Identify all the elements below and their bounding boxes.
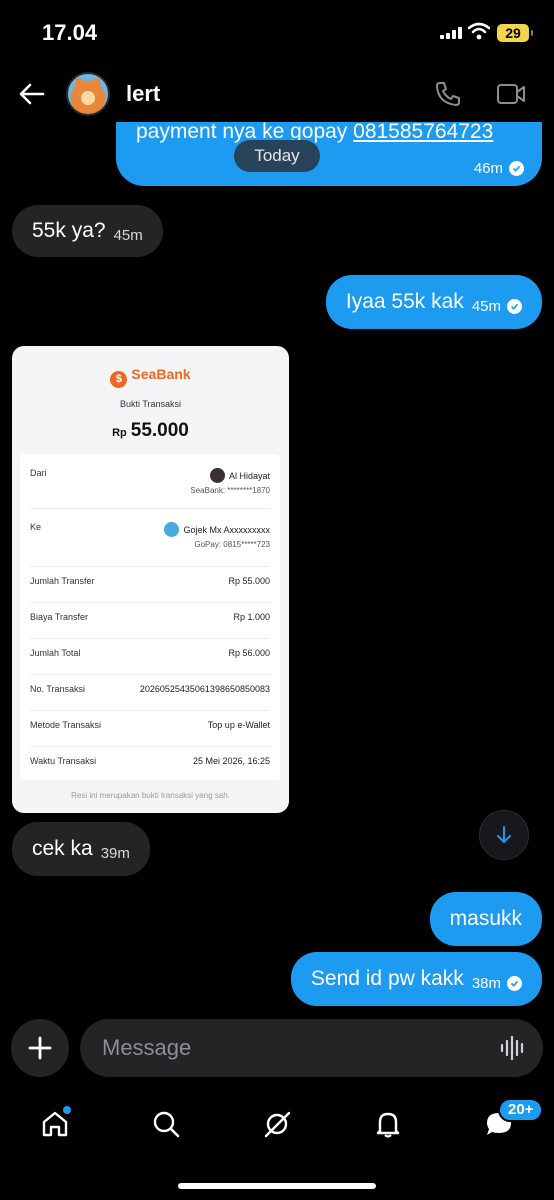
- scroll-to-bottom-button[interactable]: [479, 810, 529, 860]
- avatar[interactable]: [66, 72, 110, 116]
- status-time: 17.04: [42, 20, 98, 45]
- phone-icon[interactable]: [434, 80, 462, 108]
- divider: [30, 508, 270, 509]
- outgoing-message[interactable]: masukk: [429, 892, 542, 946]
- recipient-row: Ke Gojek Mx Axxxxxxxxx GoPay: 0815*****7…: [30, 522, 270, 558]
- receipt-footer: Resi ini merupakan bukti transaksi yang …: [71, 791, 230, 800]
- receipt-title: Bukti Transaksi: [119, 399, 182, 409]
- bottom-navigation: [0, 1090, 554, 1160]
- status-bar: 17.04 29: [0, 0, 554, 60]
- search-tab[interactable]: [146, 1104, 186, 1144]
- read-check-icon: [507, 298, 522, 314]
- message-time: 38m: [471, 974, 501, 992]
- sender-account: SeaBank: ********1870: [190, 486, 270, 495]
- message-input[interactable]: [102, 1019, 482, 1077]
- seabank-logo-icon: $: [110, 371, 128, 388]
- notifications-tab[interactable]: [368, 1104, 408, 1144]
- plus-icon: [28, 1036, 52, 1060]
- message-text: masukk: [449, 907, 522, 930]
- message-text: Send id pw kakk: [310, 967, 464, 990]
- row-label: Dari: [30, 468, 47, 478]
- divider: [30, 602, 270, 603]
- home-tab[interactable]: [35, 1104, 75, 1144]
- message-thread[interactable]: payment nya ke gopay 081585764723 46m To…: [0, 122, 554, 1012]
- receipt-details: Dari Al Hidayat SeaBank: ********1870 Ke…: [20, 454, 280, 780]
- grok-tab[interactable]: [257, 1104, 297, 1144]
- row-label: Ke: [30, 522, 42, 532]
- arrow-down-icon: [497, 826, 511, 843]
- incoming-message[interactable]: 55k ya? 45m: [12, 205, 163, 257]
- bank-brand: SeaBank: [131, 366, 191, 382]
- notification-dot: [63, 1106, 71, 1114]
- video-call-icon[interactable]: [496, 82, 526, 106]
- battery-icon: 29: [497, 24, 533, 42]
- message-composer[interactable]: [80, 1019, 543, 1077]
- message-text: cek ka: [32, 837, 93, 860]
- back-arrow-icon[interactable]: [18, 80, 46, 108]
- message-time: 45m: [471, 297, 501, 315]
- read-check-icon: [507, 975, 522, 991]
- transfer-amount: 55.000: [130, 420, 189, 441]
- outgoing-message[interactable]: Send id pw kakk 38m: [290, 952, 542, 1006]
- bell-icon: [376, 1112, 400, 1138]
- chat-header: lert: [0, 66, 554, 122]
- message-text: 55k ya?: [32, 219, 106, 242]
- read-check-icon: [509, 161, 524, 176]
- divider: [30, 674, 270, 675]
- sender-name: Al Hidayat: [228, 471, 270, 481]
- message-time: 46m: [473, 160, 503, 177]
- sender-row: Dari Al Hidayat SeaBank: ********1870: [30, 468, 270, 504]
- contact-name[interactable]: lert: [126, 81, 160, 107]
- phone-number-link[interactable]: 081585764723: [353, 122, 493, 143]
- grok-icon: [264, 1111, 291, 1138]
- recipient-name: Gojek Mx Axxxxxxxxx: [183, 525, 270, 535]
- divider: [30, 638, 270, 639]
- message-time: 39m: [100, 844, 130, 862]
- home-indicator: [178, 1183, 376, 1189]
- wifi-icon: [468, 22, 490, 40]
- sender-avatar: [209, 468, 225, 483]
- cellular-signal-icon: [440, 27, 462, 39]
- wallet-icon: [164, 522, 180, 537]
- divider: [30, 710, 270, 711]
- search-icon: [153, 1111, 180, 1138]
- receipt-image[interactable]: $ SeaBank Bukti Transaksi Rp 55.000 Dari A…: [12, 346, 289, 813]
- amount-currency: Rp: [112, 427, 127, 439]
- messages-badge: 20+: [498, 1098, 544, 1122]
- outgoing-message[interactable]: Iyaa 55k kak 45m: [325, 275, 542, 329]
- outgoing-message[interactable]: payment nya ke gopay 081585764723 46m: [116, 122, 542, 186]
- date-separator: Today: [234, 140, 320, 172]
- divider: [30, 746, 270, 747]
- voice-waveform-icon[interactable]: [500, 1036, 526, 1060]
- incoming-message[interactable]: cek ka 39m: [12, 822, 150, 876]
- message-time: 45m: [113, 226, 143, 244]
- recipient-account: GoPay: 0815*****723: [194, 540, 270, 549]
- attach-button[interactable]: [11, 1019, 69, 1077]
- divider: [30, 566, 270, 567]
- message-text: Iyaa 55k kak: [345, 290, 464, 313]
